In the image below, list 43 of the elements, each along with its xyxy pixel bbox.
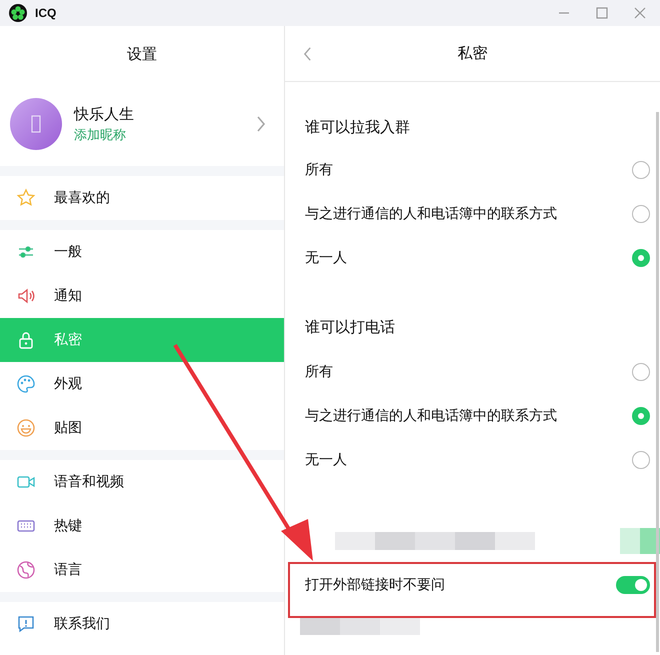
radio-button[interactable] [632,407,650,425]
panel-title: 私密 [458,44,488,63]
profile-name: 快乐人生 [74,104,135,124]
setting-label: 打开外部链接时不要问 [305,576,445,594]
sidebar-item[interactable]: 联系我们 [0,602,284,646]
placeholder-icon [31,115,41,133]
globe-icon [16,560,36,580]
sidebar-title: 设置 [127,44,157,64]
maximize-icon[interactable] [596,7,608,19]
radio-button[interactable] [632,363,650,381]
palette-icon [16,374,36,394]
scrollbar[interactable] [656,112,659,652]
message-icon [16,614,36,634]
window-title: ICQ [35,6,56,20]
sidebar-item[interactable]: 通知 [0,274,284,318]
star-icon [16,188,36,208]
toggle-switch[interactable] [616,576,650,594]
radio-button[interactable] [632,249,650,267]
smiley-icon [16,418,36,438]
radio-button[interactable] [632,161,650,179]
option-label: 与之进行通信的人和电话簿中的联系方式 [305,205,557,223]
sidebar-item[interactable]: 热键 [0,504,284,548]
sidebar-item[interactable]: 语音和视频 [0,460,284,504]
sidebar-item[interactable]: 语言 [0,548,284,592]
profile-row[interactable]: 快乐人生 添加昵称 [0,82,284,166]
option-label: 无一人 [305,451,347,469]
sidebar-item[interactable]: 一般 [0,230,284,274]
sidebar-item[interactable]: 最喜欢的 [0,176,284,220]
option-label: 无一人 [305,249,347,267]
option-label: 与之进行通信的人和电话簿中的联系方式 [305,407,557,425]
close-icon[interactable] [634,7,646,19]
option-label: 所有 [305,161,333,179]
sidebar-item[interactable]: 贴图 [0,406,284,450]
section-title: 谁可以打电话 [305,317,396,338]
back-icon[interactable] [303,46,312,62]
option-label: 所有 [305,363,333,381]
speaker-icon [16,286,36,306]
sidebar-item[interactable]: 外观 [0,362,284,406]
flower-logo-icon [9,4,27,22]
section-title: 谁可以拉我入群 [305,117,411,138]
chevron-right-icon [256,115,266,133]
radio-button[interactable] [632,451,650,469]
radio-button[interactable] [632,205,650,223]
